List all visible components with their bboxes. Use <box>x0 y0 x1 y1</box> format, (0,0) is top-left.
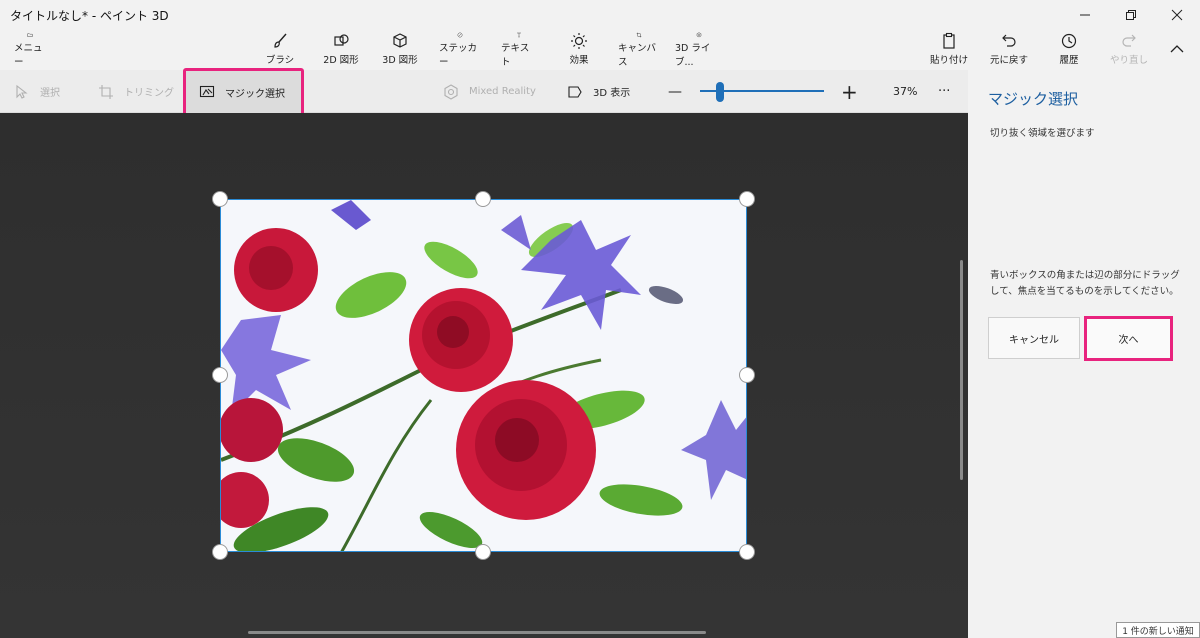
selection-handle-bottom-left[interactable] <box>212 544 228 560</box>
zoom-in-button[interactable]: + <box>841 70 858 113</box>
main-ribbon: メニュー ブラシ 2D 図形 3D 図形 ステッカー テキスト 効果 キャンバス… <box>0 30 1200 70</box>
window-title: タイトルなし* - ペイント 3D <box>10 8 169 23</box>
zoom-level-value: 37% <box>893 85 918 98</box>
next-button[interactable]: 次へ <box>1084 316 1173 361</box>
title-bar: タイトルなし* - ペイント 3D <box>0 0 1200 30</box>
menu-label: メニュー <box>14 43 43 68</box>
paste-button[interactable]: 貼り付け <box>929 32 969 68</box>
clipboard-icon <box>943 32 955 49</box>
history-icon <box>1061 33 1077 49</box>
2d-shapes-label: 2D 図形 <box>323 55 359 66</box>
vertical-scrollbar[interactable] <box>960 260 963 480</box>
text-label: テキスト <box>501 43 530 68</box>
minimize-icon <box>1080 14 1090 16</box>
close-button[interactable] <box>1154 0 1200 30</box>
3d-library-button[interactable]: 3D ライブ... <box>675 32 723 68</box>
canvas-image[interactable] <box>220 199 747 552</box>
panel-hint-drag-box: 青いボックスの角または辺の部分にドラッグして、焦点を当てるものを示してください。 <box>990 270 1180 297</box>
mixed-reality-label: Mixed Reality <box>469 86 536 97</box>
restore-icon <box>1126 10 1136 20</box>
2d-shapes-icon <box>334 34 349 46</box>
selection-handle-bottom-right[interactable] <box>739 544 755 560</box>
pointer-icon <box>16 84 28 99</box>
folder-icon <box>27 33 33 37</box>
cube-icon <box>393 33 407 48</box>
brush-icon <box>274 33 287 48</box>
window-controls <box>1062 0 1200 30</box>
crop-label: トリミング <box>124 88 174 99</box>
3d-view-label: 3D 表示 <box>593 88 631 99</box>
2d-shapes-button[interactable]: 2D 図形 <box>320 32 362 68</box>
selection-handle-left[interactable] <box>212 367 228 383</box>
paste-label: 貼り付け <box>929 55 968 66</box>
3d-library-label: 3D ライブ... <box>675 43 711 68</box>
brush-button[interactable]: ブラシ <box>262 32 298 68</box>
magic-select-icon <box>199 85 215 98</box>
redo-button[interactable]: やり直し <box>1108 32 1150 68</box>
maximize-button[interactable] <box>1108 0 1154 30</box>
effects-label: 効果 <box>569 55 589 66</box>
mixed-reality-icon <box>444 83 458 100</box>
selection-handle-top[interactable] <box>475 191 491 207</box>
undo-icon <box>1002 34 1016 47</box>
more-options-button[interactable]: ··· <box>938 70 950 113</box>
minus-icon: — <box>668 83 682 100</box>
cancel-button[interactable]: キャンセル <box>988 317 1080 359</box>
minimize-button[interactable] <box>1062 0 1108 30</box>
history-button[interactable]: 履歴 <box>1055 32 1083 68</box>
notification-text: 1 件の新しい通知 <box>1122 626 1194 637</box>
close-icon <box>1171 9 1183 21</box>
panel-hint-select-area: 切り抜く領域を選びます <box>990 128 1095 139</box>
notification-toast[interactable]: 1 件の新しい通知 <box>1116 622 1200 638</box>
magic-select-label: マジック選択 <box>225 88 285 100</box>
cancel-label: キャンセル <box>1009 334 1059 346</box>
sticker-label: ステッカー <box>439 43 478 68</box>
brush-label: ブラシ <box>265 55 295 66</box>
select-button[interactable]: 選択 <box>14 70 60 113</box>
selection-handle-top-right[interactable] <box>739 191 755 207</box>
canvas-label: キャンバス <box>618 43 657 68</box>
more-icon: ··· <box>938 84 951 99</box>
zoom-slider-thumb[interactable] <box>716 82 724 102</box>
select-label: 選択 <box>40 88 60 99</box>
text-icon <box>517 32 521 38</box>
3d-library-icon <box>696 32 702 38</box>
crop-button[interactable]: トリミング <box>98 70 174 113</box>
undo-button[interactable]: 元に戻す <box>988 32 1030 68</box>
redo-icon <box>1122 34 1136 47</box>
chevron-up-icon <box>1170 45 1184 53</box>
plus-icon: + <box>841 79 858 104</box>
panel-title: マジック選択 <box>988 90 1079 108</box>
menu-button[interactable]: メニュー <box>14 32 46 68</box>
mixed-reality-button[interactable]: Mixed Reality <box>443 70 536 113</box>
3d-view-button[interactable]: 3D 表示 <box>567 70 630 113</box>
selection-handle-right[interactable] <box>739 367 755 383</box>
redo-label: やり直し <box>1109 55 1148 66</box>
magic-select-button[interactable]: マジック選択 <box>183 68 304 116</box>
zoom-out-button[interactable]: — <box>668 70 682 113</box>
zoom-level[interactable]: 37% <box>893 70 917 113</box>
3d-view-icon <box>568 85 582 98</box>
effects-button[interactable]: 効果 <box>564 32 594 68</box>
selection-handle-top-left[interactable] <box>212 191 228 207</box>
text-button[interactable]: テキスト <box>501 32 537 68</box>
horizontal-scrollbar[interactable] <box>248 631 706 634</box>
selection-handle-bottom[interactable] <box>475 544 491 560</box>
crop-icon <box>99 84 113 99</box>
canvas-button[interactable]: キャンバス <box>618 32 660 68</box>
next-label: 次へ <box>1118 335 1139 346</box>
sun-icon <box>571 33 587 49</box>
sticker-icon <box>457 32 463 38</box>
3d-shapes-button[interactable]: 3D 図形 <box>380 32 420 68</box>
history-label: 履歴 <box>1059 55 1079 66</box>
canvas-crop-icon <box>636 32 642 38</box>
rose-photo-image <box>221 200 746 551</box>
magic-select-panel: マジック選択 切り抜く領域を選びます 青いボックスの角または辺の部分にドラッグし… <box>968 70 1200 638</box>
sticker-button[interactable]: ステッカー <box>439 32 481 68</box>
3d-shapes-label: 3D 図形 <box>382 55 418 66</box>
undo-label: 元に戻す <box>989 55 1028 66</box>
